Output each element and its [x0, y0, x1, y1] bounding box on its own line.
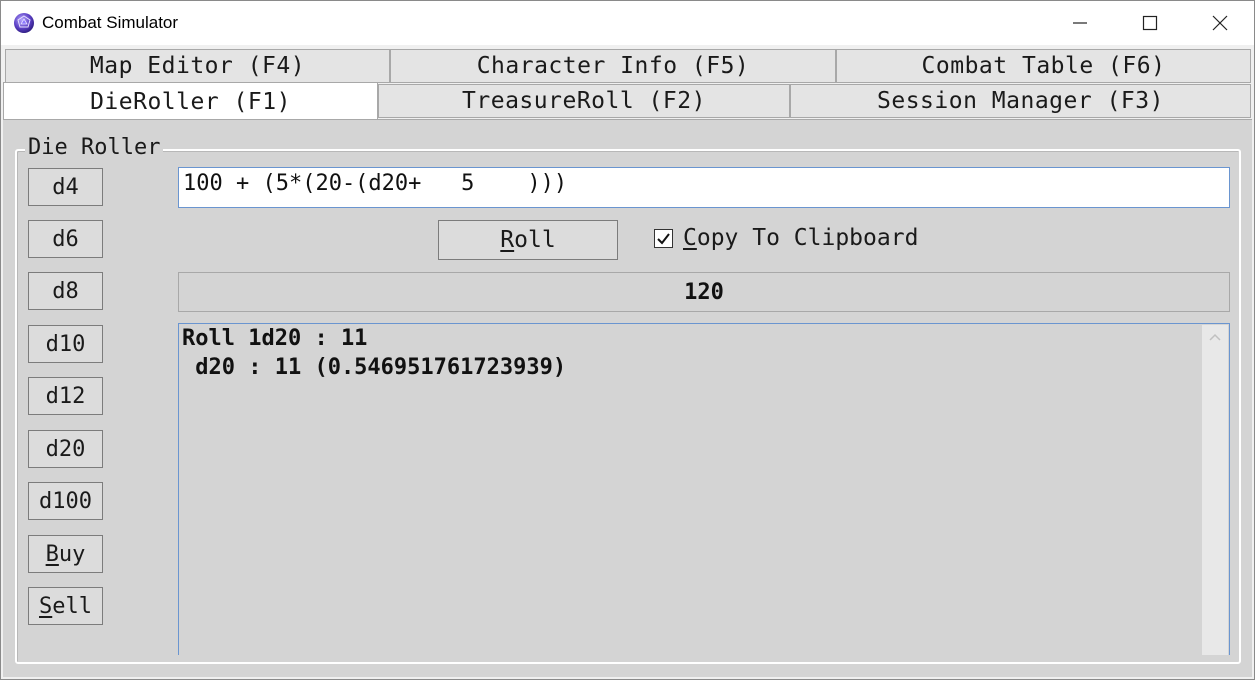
close-icon	[1212, 15, 1228, 31]
log-scrollbar[interactable]	[1202, 325, 1228, 655]
roll-button[interactable]: Roll	[438, 220, 618, 260]
tab-session-manager[interactable]: Session Manager (F3)	[790, 84, 1251, 118]
maximize-icon	[1142, 15, 1158, 31]
window-title: Combat Simulator	[42, 13, 179, 32]
d20-app-icon	[14, 13, 34, 33]
sell-button[interactable]: Sell	[28, 587, 103, 625]
sell-accel: S	[39, 593, 53, 619]
roll-accel: R	[500, 227, 515, 253]
maximize-button[interactable]	[1115, 1, 1185, 45]
scroll-up-arrow-icon	[1209, 333, 1221, 341]
buy-accel: B	[45, 541, 59, 567]
roll-log[interactable]: Roll 1d20 : 11 d20 : 11 (0.5469517617239…	[178, 323, 1230, 655]
roll-label: oll	[514, 227, 556, 253]
log-line: Roll 1d20 : 11	[182, 326, 368, 351]
d10-button[interactable]: d10	[28, 325, 103, 363]
tab-map-editor[interactable]: Map Editor (F4)	[5, 49, 390, 83]
d8-button[interactable]: d8	[28, 272, 103, 310]
tab-combat-table[interactable]: Combat Table (F6)	[836, 49, 1251, 83]
app-window: Combat Simulator Map Editor (F4) Charact…	[0, 0, 1255, 680]
sell-label: ell	[52, 593, 92, 619]
checkmark-icon	[657, 233, 670, 245]
copy-to-clipboard-label[interactable]: Copy To Clipboard	[683, 225, 918, 251]
tab-treasureroll[interactable]: TreasureRoll (F2)	[378, 84, 790, 118]
buy-label: uy	[58, 541, 86, 567]
d6-button[interactable]: d6	[28, 220, 103, 258]
dice-expression-input[interactable]: 100 + (5*(20-(d20+ 5 )))	[178, 167, 1230, 208]
d4-button[interactable]: d4	[28, 168, 103, 206]
buy-button[interactable]: Buy	[28, 535, 103, 573]
die-roller-group-label: Die Roller	[25, 135, 164, 160]
close-button[interactable]	[1185, 1, 1255, 45]
d100-button[interactable]: d100	[28, 482, 103, 520]
tab-dieroller[interactable]: DieRoller (F1)	[3, 82, 378, 120]
d20-button[interactable]: d20	[28, 430, 103, 468]
copy-accel: C	[683, 225, 697, 251]
minimize-icon	[1073, 22, 1087, 24]
copy-to-clipboard-checkbox[interactable]	[654, 229, 673, 248]
copy-label-rest: opy To Clipboard	[696, 225, 919, 251]
roll-result: 120	[178, 272, 1230, 312]
tab-character-info[interactable]: Character Info (F5)	[390, 49, 836, 83]
d12-button[interactable]: d12	[28, 377, 103, 415]
log-line: d20 : 11 (0.546951761723939)	[182, 355, 567, 380]
title-bar: Combat Simulator	[1, 1, 1254, 45]
minimize-button[interactable]	[1045, 1, 1115, 45]
